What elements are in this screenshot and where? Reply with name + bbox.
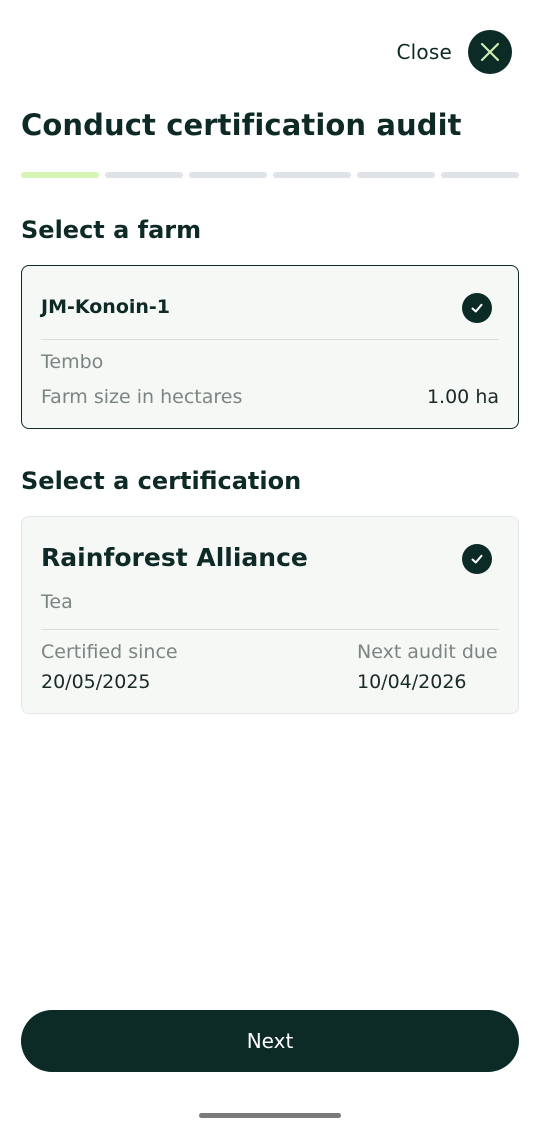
farm-selected-check [462,293,492,323]
progress-step-4 [273,172,351,178]
certification-name: Rainforest Alliance [41,543,308,572]
progress-step-5 [357,172,435,178]
certification-selected-check [462,544,492,574]
page-title: Conduct certification audit [21,108,462,142]
progress-step-2 [105,172,183,178]
farm-location: Tembo [41,351,104,373]
home-indicator [199,1113,341,1118]
certified-since-value: 20/05/2025 [41,671,151,693]
check-icon [471,303,483,313]
audit-screen: Close Conduct certification audit Select… [0,0,540,1136]
certification-section-title: Select a certification [21,467,302,495]
next-audit-label: Next audit due [357,641,498,663]
certification-crop: Tea [41,591,73,613]
close-label[interactable]: Close [397,40,452,64]
farm-size-value: 1.00 ha [426,386,499,408]
farm-card-divider [41,339,499,340]
next-button[interactable]: Next [21,1010,519,1072]
check-icon [471,554,483,564]
close-control[interactable]: Close [397,30,512,74]
step-progress [21,172,519,178]
close-button[interactable] [468,30,512,74]
certified-since-label: Certified since [41,641,178,663]
next-audit-value: 10/04/2026 [357,671,467,693]
farm-name: JM-Konoin-1 [41,296,171,318]
progress-step-6 [441,172,519,178]
certification-card-divider [41,629,499,630]
progress-step-1 [21,172,99,178]
progress-step-3 [189,172,267,178]
close-icon [480,42,500,62]
farm-section-title: Select a farm [21,216,202,244]
farm-card[interactable]: JM-Konoin-1 Tembo Farm size in hectares … [21,265,519,429]
certification-card[interactable]: Rainforest Alliance Tea Certified since … [21,516,519,714]
farm-size-label: Farm size in hectares [41,386,243,408]
